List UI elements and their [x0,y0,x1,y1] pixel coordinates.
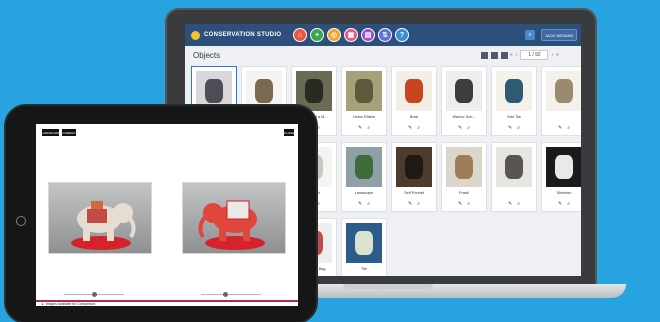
zoom-icon[interactable]: ⌕ [367,201,370,207]
zoom-icon[interactable]: ⌕ [417,125,420,131]
edit-icon[interactable]: ✎ [558,125,562,131]
edit-icon[interactable]: ✎ [458,125,462,131]
add-module-icon[interactable]: + [310,28,324,42]
object-card[interactable]: Warrior Sch... ✎ ⌕ [441,66,487,136]
app-header: CONSERVATION STUDIO ⌂ + ◎ ▦ ▤ ⇅? ⌕ JACK WIDMA… [185,24,581,46]
zoom-icon[interactable]: ⌕ [517,125,520,131]
object-thumbnail[interactable] [446,71,482,111]
edit-icon[interactable]: ✎ [508,201,512,207]
laptop-notch [343,284,433,289]
object-card[interactable]: Skeleton ✎ ⌕ [541,142,581,212]
next-page-icon[interactable]: › [551,52,553,58]
edit-icon[interactable]: ✎ [358,125,362,131]
object-card[interactable]: ✎⌕ [491,142,537,212]
table-view-icon[interactable] [501,52,508,59]
library-module-icon[interactable]: ▤ [361,28,375,42]
zoom-icon[interactable]: ⌕ [517,201,520,207]
comparison-image-left [48,182,152,254]
object-card[interactable]: Landscape ✎ ⌕ [341,142,387,212]
zoom-icon[interactable]: ⌕ [367,125,370,131]
objects-module-icon[interactable]: ◎ [327,28,341,42]
exchange-module-icon[interactable]: ⇅ [378,28,392,42]
object-card[interactable]: Horse Riders ✎ ⌕ [341,66,387,136]
object-card[interactable]: Star Tile ✎ ⌕ [491,66,537,136]
home-module-icon[interactable]: ⌂ [293,28,307,42]
last-page-icon[interactable]: » [556,52,559,58]
tablet-screen: LANDSCAPE CAMERA CLOSE ▸ Images Availabl… [36,124,298,306]
search-icon[interactable]: ⌕ [525,30,535,40]
edit-icon[interactable]: ✎ [408,125,412,131]
object-thumbnail[interactable] [446,147,482,187]
grid-view-icon[interactable] [491,52,498,59]
object-thumbnail[interactable] [346,71,382,111]
object-label: Skeleton [556,191,572,195]
edit-icon[interactable]: ✎ [408,201,412,207]
object-thumbnail[interactable] [346,147,382,187]
object-label: Fossil [459,191,469,195]
slider-knob[interactable] [91,292,97,297]
reports-module-icon[interactable]: ▦ [344,28,358,42]
page-title: Objects [193,51,221,60]
object-label: Landscape [354,191,374,195]
object-label: Self Portrait [404,191,424,195]
expand-arrow-icon[interactable]: ▸ [42,302,44,306]
logo-icon [191,30,200,40]
object-card[interactable]: Bowl ✎ ⌕ [391,66,437,136]
object-label: Warrior Sch... [452,115,476,119]
object-label: Horse Riders [352,115,376,119]
zoom-icon[interactable]: ⌕ [467,201,470,207]
object-label: Bowl [409,115,419,119]
object-card[interactable]: Self Portrait ✎ ⌕ [391,142,437,212]
view-toggle [481,52,508,59]
comparison-label: Images Available for Comparison [45,302,96,306]
help-module-icon[interactable]: ? [395,28,409,42]
edit-icon[interactable]: ✎ [558,201,562,207]
zoom-icon[interactable]: ⌕ [417,201,420,207]
object-thumbnail[interactable] [496,147,532,187]
landscape-button[interactable]: LANDSCAPE [41,129,60,136]
object-thumbnail[interactable] [346,223,382,263]
edit-icon[interactable]: ✎ [508,125,512,131]
comparison-bar[interactable]: ▸ Images Available for Comparison [36,300,298,306]
list-view-icon[interactable] [481,52,488,59]
slider-knob[interactable] [223,292,228,297]
pager: « ‹ 1 / 92 › » [510,50,559,60]
close-button[interactable]: CLOSE [284,129,294,136]
comparison-image-right [182,182,286,254]
object-card[interactable]: ✎⌕ [541,66,581,136]
object-thumbnail[interactable] [496,71,532,111]
object-card[interactable]: Tile✎⌕ [341,218,387,276]
edit-icon[interactable]: ✎ [458,201,462,207]
prev-page-icon[interactable]: ‹ [516,52,518,58]
object-label: Star Tile [507,115,521,119]
camera-button[interactable]: CAMERA [62,129,76,136]
object-thumbnail[interactable] [396,147,432,187]
edit-icon[interactable]: ✎ [358,201,362,207]
module-icons: ⌂ + ◎ ▦ ▤ ⇅? [293,28,409,42]
object-thumbnail[interactable] [396,71,432,111]
tablet-home-button[interactable] [16,216,26,226]
object-thumbnail[interactable] [546,71,581,111]
zoom-icon[interactable]: ⌕ [467,125,470,131]
object-card[interactable]: Fossil ✎ ⌕ [441,142,487,212]
tablet-frame: LANDSCAPE CAMERA CLOSE ▸ Images Availabl… [4,104,318,322]
first-page-icon[interactable]: « [510,52,513,58]
app-title: CONSERVATION STUDIO [204,32,282,38]
right-zoom-slider[interactable] [201,292,261,297]
object-thumbnail[interactable] [546,147,581,187]
page-input[interactable]: 1 / 92 [520,50,549,60]
zoom-icon[interactable]: ⌕ [567,201,570,207]
object-label: Tile [361,267,367,271]
zoom-icon[interactable]: ⌕ [567,125,570,131]
user-menu[interactable]: JACK WIDMAN [541,29,577,41]
left-zoom-slider[interactable] [64,292,124,297]
